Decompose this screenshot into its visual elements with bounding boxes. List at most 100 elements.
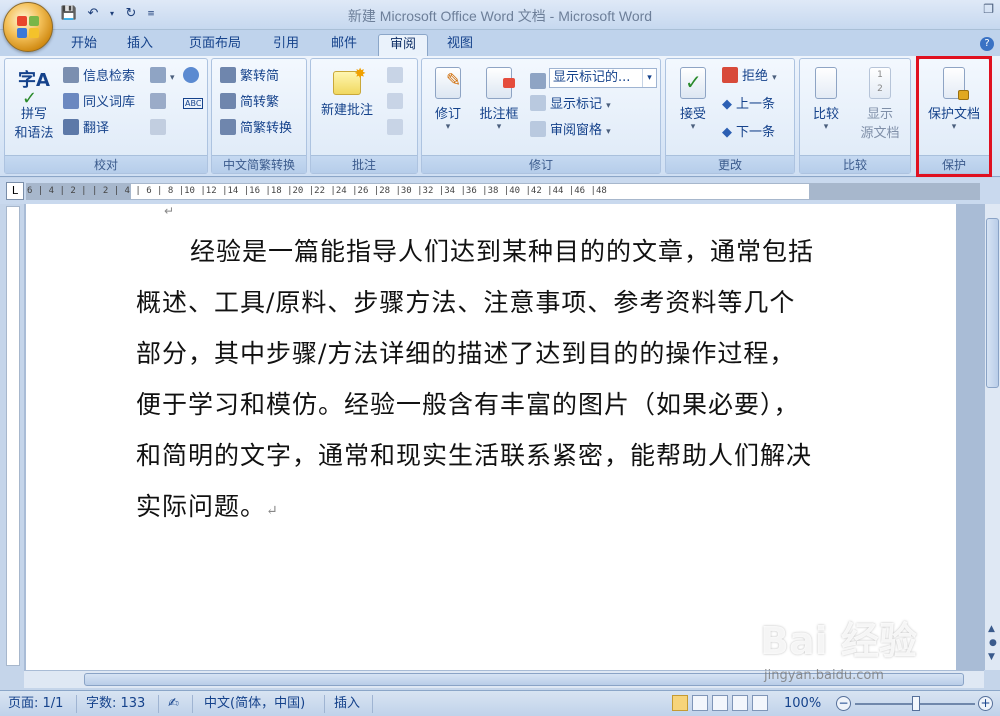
- reviewing-pane-button[interactable]: 审阅窗格 ▾: [530, 121, 611, 141]
- zoom-level[interactable]: 100%: [784, 696, 821, 712]
- next-comment-icon: [387, 119, 403, 135]
- restore-icon[interactable]: ❐: [983, 2, 994, 16]
- reject-button[interactable]: 拒绝 ▾: [722, 67, 777, 87]
- next-comment-button[interactable]: [387, 119, 407, 139]
- ribbon-tabs: 开始 插入 页面布局 引用 邮件 审阅 视图: [0, 30, 1000, 56]
- proofing-extra-button[interactable]: [150, 119, 170, 139]
- abc-icon[interactable]: ABC: [183, 93, 204, 113]
- reject-icon: [722, 67, 738, 83]
- traditional-icon: [220, 67, 236, 83]
- reviewing-pane-icon: [530, 121, 546, 137]
- research-button[interactable]: 信息检索: [63, 67, 135, 87]
- thesaurus-icon: [63, 93, 79, 109]
- web-layout-view-icon[interactable]: [712, 695, 728, 711]
- window-title: 新建 Microsoft Office Word 文档 - Microsoft …: [347, 8, 653, 24]
- new-comment-button[interactable]: ✸ 新建批注: [313, 66, 381, 118]
- balloons-icon: [486, 67, 515, 99]
- zoom-slider-thumb[interactable]: [912, 696, 920, 711]
- group-label-chinese: 中文简繁转换: [212, 155, 306, 173]
- paragraph-end-icon: ↵: [266, 503, 279, 519]
- group-comments: ✸ 新建批注 批注: [310, 58, 418, 174]
- previous-comment-button[interactable]: [387, 93, 407, 113]
- next-page-icon[interactable]: ▼: [988, 652, 995, 662]
- tab-page-layout[interactable]: 页面布局: [178, 34, 252, 56]
- convert-icon: [220, 119, 236, 135]
- tab-insert[interactable]: 插入: [118, 34, 162, 56]
- tab-selector-icon[interactable]: L: [6, 182, 24, 200]
- select-browse-object-icon[interactable]: ●: [989, 638, 997, 648]
- set-language-button[interactable]: [183, 67, 203, 87]
- horizontal-ruler[interactable]: 6 | 4 | 2 | | 2 | 4 | 6 | 8 |10 |12 |14 …: [26, 183, 980, 200]
- show-source-button[interactable]: 12 显示 源文档: [852, 67, 908, 141]
- vertical-scroll-thumb[interactable]: [986, 218, 999, 388]
- tab-mailings[interactable]: 邮件: [320, 34, 368, 56]
- tab-home[interactable]: 开始: [62, 34, 106, 56]
- balloons-button[interactable]: 批注框 ▾: [474, 67, 524, 132]
- group-label-proofing: 校对: [5, 155, 207, 173]
- group-label-tracking: 修订: [422, 155, 660, 173]
- tab-references[interactable]: 引用: [264, 34, 308, 56]
- document-area: ↵ 经验是一篇能指导人们达到某种目的的文章，通常包括概述、工具/原料、步骤方法、…: [24, 204, 984, 670]
- office-logo-icon: [17, 16, 41, 40]
- translate-button[interactable]: 翻译: [63, 119, 109, 139]
- vertical-scrollbar[interactable]: ▲ ● ▼: [984, 204, 1000, 670]
- group-changes: ✓ 接受 ▾ 拒绝 ▾ ◆ 上一条 ◆ 下一条 更改: [665, 58, 795, 174]
- chinese-convert-button[interactable]: 简繁转换: [220, 119, 292, 139]
- compare-icon: [815, 67, 837, 99]
- set-language-icon: [183, 67, 199, 83]
- zoom-in-icon[interactable]: +: [978, 696, 993, 711]
- source-documents-icon: 12: [869, 67, 891, 99]
- help-icon[interactable]: ?: [980, 37, 994, 51]
- word-count-indicator[interactable]: 字数: 133: [86, 696, 145, 712]
- previous-change-button[interactable]: ◆ 上一条: [722, 95, 775, 115]
- arrow-up-icon: ◆: [722, 97, 732, 112]
- accept-button[interactable]: ✓ 接受 ▾: [672, 67, 714, 132]
- group-compare: 比较 ▾ 12 显示 源文档 比较: [799, 58, 911, 174]
- vertical-ruler: [6, 206, 20, 666]
- print-layout-view-icon[interactable]: [672, 695, 688, 711]
- simplified-to-traditional-button[interactable]: 简转繁: [220, 93, 279, 113]
- thesaurus-button[interactable]: 同义词库: [63, 93, 135, 113]
- title-bar: 💾 ↶ ▾ ↻ ≡ 新建 Microsoft Office Word 文档 - …: [0, 0, 1000, 30]
- delete-comment-button[interactable]: [387, 67, 407, 87]
- watermark-logo: Bai 经验: [760, 619, 917, 663]
- zoom-out-icon[interactable]: −: [836, 696, 851, 711]
- show-markup-button[interactable]: 显示标记 ▾: [530, 95, 611, 115]
- arrow-down-icon: ◆: [722, 125, 732, 140]
- translation-tip-button[interactable]: ▾: [150, 67, 175, 87]
- language-indicator[interactable]: 中文(简体，中国): [204, 696, 305, 712]
- document-body[interactable]: 经验是一篇能指导人们达到某种目的的文章，通常包括概述、工具/原料、步骤方法、注意…: [136, 226, 816, 537]
- word-count-button[interactable]: [150, 93, 170, 113]
- display-for-review-icon: [530, 73, 546, 89]
- display-for-review-dropdown[interactable]: 显示标记的... ▾: [549, 68, 657, 88]
- ribbon: 字A ✓ 拼写 和语法 信息检索 同义词库 翻译 ▾ ABC 校对 繁转简 简转繁…: [0, 56, 1000, 177]
- spelling-grammar-button[interactable]: 字A ✓ 拼写 和语法: [9, 67, 59, 141]
- group-label-comments: 批注: [311, 155, 417, 173]
- proofing-extra-icon: [150, 119, 166, 135]
- prev-page-icon[interactable]: ▲: [988, 624, 995, 634]
- next-change-button[interactable]: ◆ 下一条: [722, 123, 775, 143]
- insert-mode-indicator[interactable]: 插入: [334, 696, 360, 712]
- word-count-icon: [150, 93, 166, 109]
- full-screen-reading-view-icon[interactable]: [692, 695, 708, 711]
- chevron-down-icon: ▾: [642, 69, 656, 87]
- page-indicator[interactable]: 页面: 1/1: [8, 696, 63, 712]
- simplified-icon: [220, 93, 236, 109]
- new-comment-icon: ✸: [333, 66, 366, 95]
- ruler-row: L 6 | 4 | 2 | | 2 | 4 | 6 | 8 |10 |12 |1…: [0, 178, 1000, 204]
- spelling-icon: 字A ✓: [18, 70, 50, 109]
- tab-review[interactable]: 审阅: [378, 34, 428, 56]
- outline-view-icon[interactable]: [732, 695, 748, 711]
- draft-view-icon[interactable]: [752, 695, 768, 711]
- traditional-to-simplified-button[interactable]: 繁转简: [220, 67, 279, 87]
- track-changes-button[interactable]: ✎ 修订 ▾: [426, 67, 470, 132]
- page: ↵ 经验是一篇能指导人们达到某种目的的文章，通常包括概述、工具/原料、步骤方法、…: [26, 204, 956, 670]
- tab-view[interactable]: 视图: [438, 34, 482, 56]
- delete-comment-icon: [387, 67, 403, 83]
- paragraph-text: 经验是一篇能指导人们达到某种目的的文章，通常包括概述、工具/原料、步骤方法、注意…: [136, 237, 815, 521]
- translate-icon: [63, 119, 79, 135]
- accept-icon: ✓: [680, 67, 706, 99]
- spelling-check-icon[interactable]: ✍: [168, 696, 179, 712]
- compare-button[interactable]: 比较 ▾: [804, 67, 848, 132]
- office-button[interactable]: [3, 2, 53, 52]
